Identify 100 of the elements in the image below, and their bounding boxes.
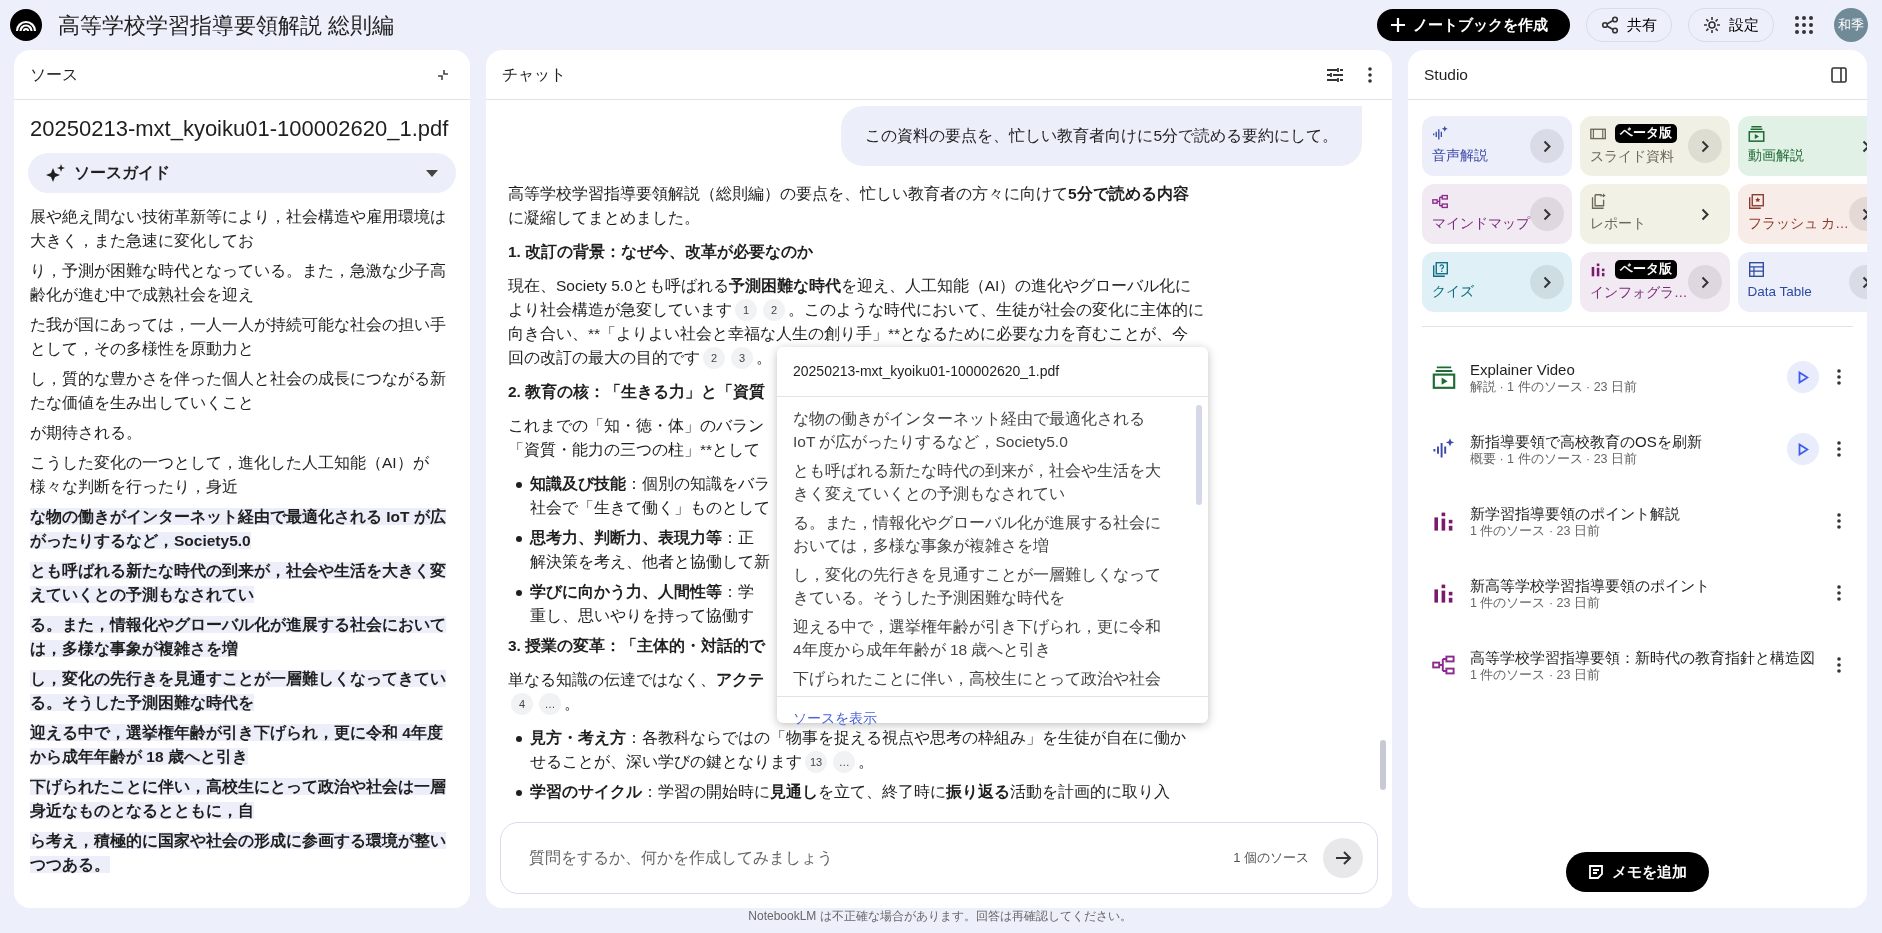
source-guide-dropdown[interactable]: ソースガイド bbox=[28, 153, 456, 193]
studio-tile[interactable]: レポート bbox=[1580, 184, 1730, 244]
source-paragraph: り，予測が困難な時代となっている。また，急激な少子高 齢化が進む中で成熟社会を迎え bbox=[30, 261, 447, 305]
citation-chip[interactable]: … bbox=[833, 751, 856, 773]
source-paragraph: が期待される。 bbox=[30, 423, 143, 443]
chevron-button[interactable] bbox=[1687, 265, 1722, 299]
answer-paragraph: 高等学校学習指導要領解説（総則編）の要点を、忙しい教育者の方々に向けて5分で読める内容 に凝縮してまとめました。 bbox=[508, 184, 1189, 228]
play-icon bbox=[1797, 370, 1809, 384]
source-excerpt: る。また，情報化やグローバル化が進展する社会に おいては，多様な事象が複雑さを増 bbox=[793, 513, 1162, 556]
add-note-button[interactable]: メモを追加 bbox=[1566, 852, 1709, 892]
share-button[interactable]: 共有 bbox=[1586, 8, 1672, 42]
source-excerpt: な物の働きがインターネット経由で最適化される IoT が広がったりするなど，Society5.0 bbox=[793, 409, 1146, 452]
chevron-icon bbox=[1700, 139, 1709, 153]
chevron-icon bbox=[1861, 207, 1867, 221]
tile-label: 動画解説 bbox=[1747, 147, 1805, 166]
chevron-icon bbox=[1543, 207, 1551, 221]
source-excerpt: 迎える中で，選挙権年齢が引き下げられ，更に令和 4年度から成年年齢が 18 歳へと引き bbox=[793, 617, 1162, 660]
view-source-link[interactable]: ソースを表示 bbox=[793, 710, 877, 726]
user-message: この資料の要点を、忙しい教育者向けに5分で読める要約にして。 bbox=[841, 106, 1362, 166]
tile-label: Data Table bbox=[1747, 283, 1813, 302]
citation-chip[interactable]: 13 bbox=[805, 751, 828, 773]
scrollbar-thumb[interactable] bbox=[1380, 740, 1386, 790]
bullet-item: 学びに向かう力、人間性等：学 重し、思いやりを持って協働す bbox=[508, 580, 754, 628]
user-avatar[interactable]: 和季 bbox=[1834, 8, 1868, 42]
disclaimer-text: NotebookLM は不正確な場合があります。回答は再確認してください。 bbox=[747, 908, 1133, 925]
chat-input-field[interactable]: 質問をするか、何かを作成してみましょう bbox=[527, 845, 1234, 871]
chevron-button[interactable] bbox=[1861, 139, 1867, 153]
play-button[interactable] bbox=[1787, 361, 1819, 393]
citation-chip[interactable]: 2 bbox=[763, 299, 785, 321]
panel-title: Studio bbox=[1424, 64, 1468, 85]
tile-label: 音声解説 bbox=[1432, 147, 1489, 166]
mind-map-icon bbox=[1432, 193, 1449, 211]
artifact-meta: 1 件のソース · 23 日前 bbox=[1470, 666, 1601, 683]
source-excerpt: 下げられたことに伴い，高校生にとって政治や社会 bbox=[793, 669, 1162, 689]
play-icon bbox=[1797, 442, 1809, 456]
section-heading: 1. 改訂の背景：なぜ今、改革が必要なのか bbox=[508, 242, 814, 263]
video-icon bbox=[1432, 365, 1456, 389]
note-icon bbox=[1588, 864, 1604, 880]
panel-title: ソース bbox=[30, 64, 78, 85]
settings-button[interactable]: 設定 bbox=[1688, 8, 1774, 42]
artifact-title[interactable]: Explainer Video bbox=[1470, 359, 1773, 379]
source-count: 1 個のソース bbox=[1233, 849, 1309, 868]
chevron-button[interactable] bbox=[1700, 207, 1709, 221]
source-paragraph: 下げられたことに伴い，高校生にとって政治や社会は一層 身近なものとなるとともに，自 bbox=[30, 777, 447, 822]
mind-map-icon bbox=[1432, 653, 1456, 677]
studio-tile[interactable]: Data Table bbox=[1737, 252, 1867, 312]
section-heading: 2. 教育の核：「生きる力」と「資質 bbox=[508, 382, 766, 402]
answer-paragraph: これまでの「知・徳・体」のバラン 「資質・能力の三つの柱」**として bbox=[508, 416, 764, 460]
citation-chip[interactable]: 1 bbox=[735, 299, 757, 321]
beta-badge: ベータ版 bbox=[1615, 260, 1677, 280]
source-paragraph: な物の働きがインターネット経由で最適化される IoT が広 がったりするなど，Society5.0 bbox=[30, 507, 447, 552]
artifact-meta: 概要 · 1 件のソース · 23 日前 bbox=[1470, 450, 1639, 467]
tile-label: クイズ bbox=[1432, 283, 1475, 302]
artifact-title[interactable]: 新高等学校学習指導要領のポイント bbox=[1470, 575, 1819, 595]
video-icon bbox=[1747, 125, 1765, 143]
chevron-button[interactable] bbox=[1687, 129, 1722, 163]
chat-composer[interactable]: 質問をするか、何かを作成してみましょう 1 個のソース bbox=[500, 822, 1378, 894]
studio-tile[interactable]: ベータ版 インフォグラ… bbox=[1580, 252, 1730, 312]
citation-chip[interactable]: 2 bbox=[703, 347, 725, 369]
create-notebook-button[interactable]: ノートブックを作成 bbox=[1377, 9, 1570, 41]
source-file-name: 20250213-mxt_kyoiku01-100002620_1.pdf bbox=[29, 115, 450, 143]
source-excerpt: とも呼ばれる新たな時代の到来が，社会や生活を大 きく変えていくとの予測もなされてい bbox=[793, 461, 1162, 504]
chevron-icon bbox=[1700, 207, 1709, 221]
bullet-item: 見方・考え方：各教科ならではの「物事を捉える視点や思考の枠組み」を生徒が自在に働か せることが、深い学びの鍵となります 13 … 。 bbox=[508, 726, 1186, 774]
citation-chip[interactable]: … bbox=[539, 693, 561, 715]
studio-tile[interactable]: ベータ版 スライド資料 bbox=[1580, 116, 1730, 176]
citation-chip[interactable]: 4 bbox=[511, 693, 533, 715]
chevron-icon bbox=[1861, 139, 1867, 153]
play-button[interactable] bbox=[1787, 433, 1819, 465]
beta-badge: ベータ版 bbox=[1615, 124, 1677, 144]
source-paragraph: ら考え，積極的に国家や社会の形成に参画する環境が整い つつある。 bbox=[30, 831, 447, 875]
source-paragraph: る。また，情報化やグローバル化が進展する社会において は，多様な事象が複雑さを増 bbox=[30, 615, 447, 660]
tile-label: レポート bbox=[1590, 215, 1647, 234]
citation-chip[interactable]: 3 bbox=[731, 347, 753, 369]
share-icon bbox=[1601, 16, 1619, 34]
tile-label: フラッシュ カ… bbox=[1747, 215, 1849, 234]
studio-tile[interactable]: 音声解説 bbox=[1422, 116, 1572, 176]
source-paragraph: 展や絶え間ない技術革新等により，社会構造や雇用環境は 大きく，また急速に変化してお bbox=[30, 207, 447, 251]
artifact-title[interactable]: 高等学校学習指導要領：新時代の教育指針と構造図 bbox=[1470, 647, 1819, 667]
studio-tile[interactable]: クイズ bbox=[1422, 252, 1572, 312]
scrollbar-thumb[interactable] bbox=[1196, 405, 1202, 505]
studio-tile[interactable]: 動画解説 bbox=[1737, 116, 1867, 176]
chevron-icon bbox=[1543, 275, 1551, 289]
chevron-button[interactable] bbox=[1530, 265, 1564, 299]
source-paragraph: 迎える中で，選挙権年齢が引き下げられ，更に令和 4年度 から成年年齢が 18 歳へと引き bbox=[30, 723, 444, 767]
send-button[interactable] bbox=[1323, 838, 1363, 878]
chevron-icon bbox=[1861, 275, 1867, 289]
settings-icon bbox=[1703, 16, 1721, 34]
artifact-title[interactable]: 新指導要領で高校教育のOSを刷新 bbox=[1470, 431, 1773, 451]
bullet-item: 思考力、判断力、表現力等：正 解決策を考え、他者と協働して新 bbox=[508, 526, 770, 574]
tile-label: マインドマップ bbox=[1432, 215, 1530, 234]
studio-tile[interactable]: マインドマップ bbox=[1422, 184, 1572, 244]
chevron-button[interactable] bbox=[1530, 197, 1564, 231]
caret-icon bbox=[426, 169, 438, 177]
chevron-icon bbox=[1700, 275, 1709, 289]
source-paragraph: とも呼ばれる新たな時代の到来が，社会や生活を大きく変 えていくとの予測もなされてい bbox=[30, 561, 447, 606]
chevron-button[interactable] bbox=[1530, 129, 1564, 163]
studio-tile[interactable]: フラッシュ カ… bbox=[1737, 184, 1867, 244]
artifact-title[interactable]: 新学習指導要領のポイント解説 bbox=[1470, 503, 1819, 523]
artifact-meta: 解説 · 1 件のソース · 23 日前 bbox=[1470, 378, 1639, 395]
